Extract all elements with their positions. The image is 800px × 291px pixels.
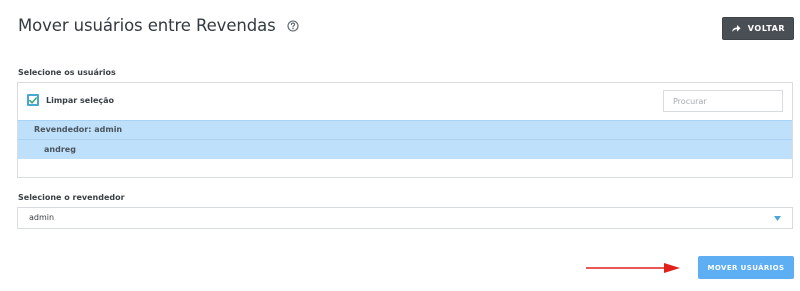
triangle-down-icon [774, 216, 781, 221]
arrow-share-icon [731, 25, 741, 32]
move-users-button[interactable]: MOVER USUÁRIOS [698, 256, 794, 279]
users-selector: Limpar seleção Revendedor: admin andreg [17, 82, 793, 178]
page-title: Mover usuários entre Revendas [18, 16, 299, 35]
user-list-item[interactable]: andreg [18, 139, 792, 159]
reseller-select[interactable]: admin [17, 207, 793, 229]
help-circle-icon[interactable] [287, 20, 299, 32]
clear-selection-label[interactable]: Limpar seleção [46, 96, 114, 105]
clear-selection-row: Limpar seleção [18, 83, 792, 120]
reseller-select-value: admin [29, 213, 55, 222]
move-users-button-label: MOVER USUÁRIOS [707, 263, 785, 272]
page-title-text: Mover usuários entre Revendas [18, 16, 276, 35]
red-arrow-annotation [586, 263, 680, 273]
back-button[interactable]: VOLTAR [722, 17, 794, 40]
search-input[interactable] [663, 90, 783, 112]
back-button-label: VOLTAR [747, 24, 786, 33]
users-section-label: Selecione os usuários [18, 68, 116, 77]
clear-selection-checkbox[interactable] [27, 94, 39, 106]
reseller-group-header: Revendedor: admin [18, 120, 792, 139]
reseller-section-label: Selecione o revendedor [18, 193, 125, 202]
move-users-page: Mover usuários entre Revendas VOLTAR Sel… [0, 0, 800, 291]
checkmark-icon [29, 96, 37, 104]
